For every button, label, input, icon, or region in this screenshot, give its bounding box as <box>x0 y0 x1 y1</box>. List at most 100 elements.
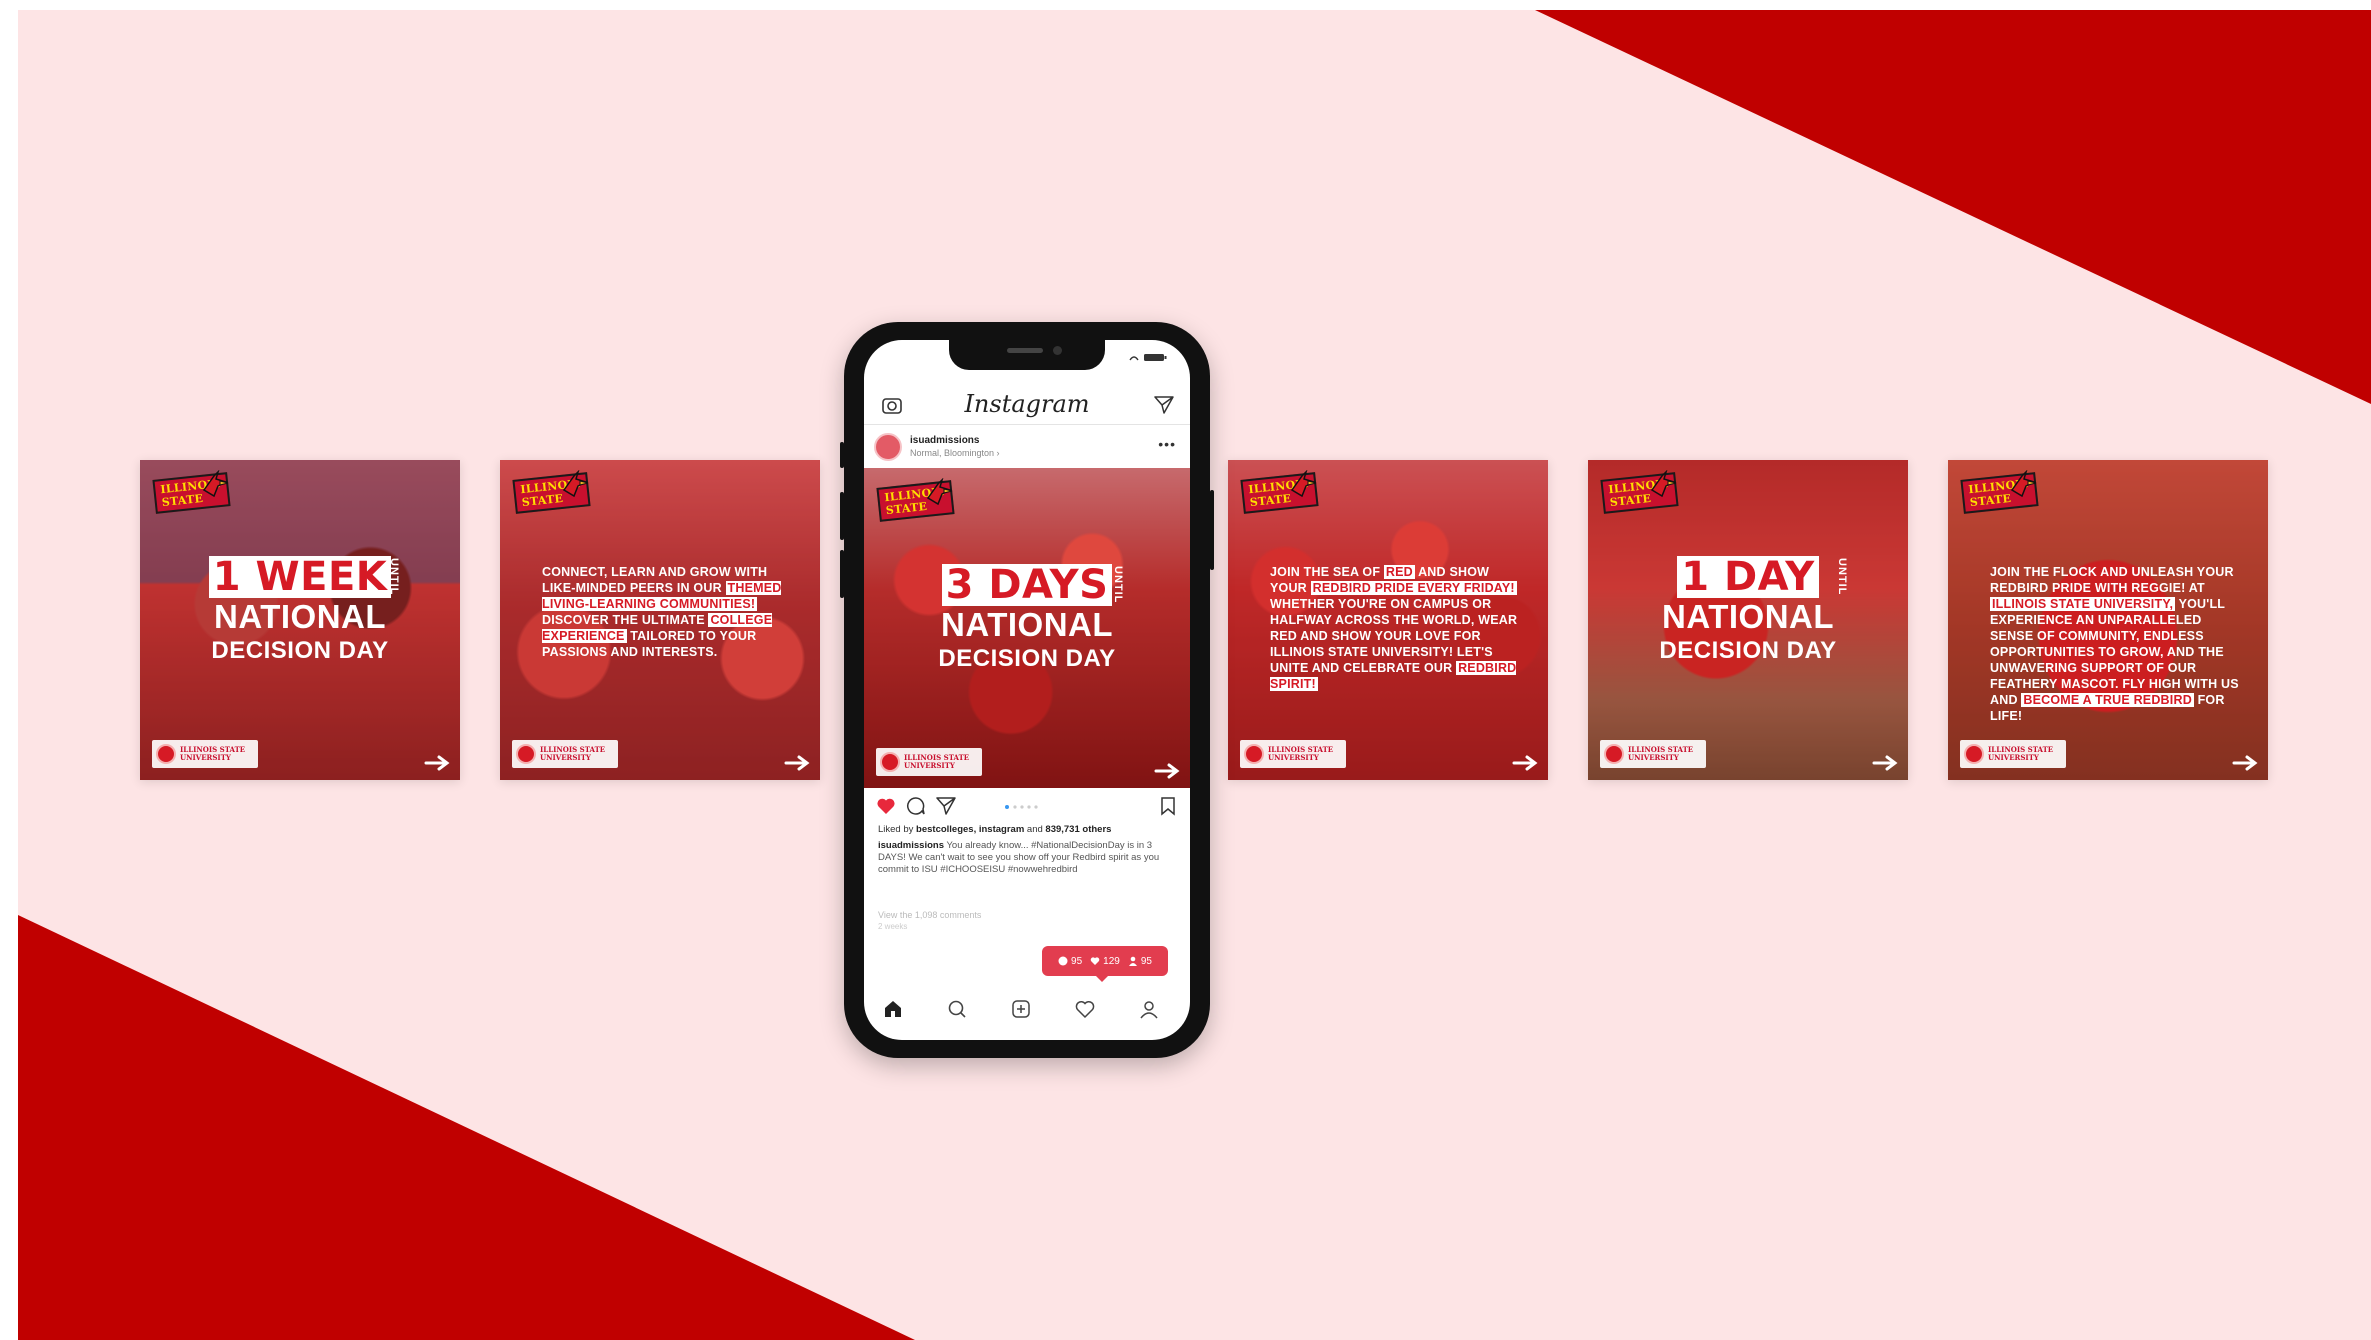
highlighted-phrase: REDBIRD PRIDE EVERY FRIDAY! <box>1310 581 1517 595</box>
post-tile-join-the-flock[interactable]: ILLINOIS STATE ILLINOIS STATE UNIVERSITY J… <box>1948 460 2268 780</box>
footer-university-name: ILLINOIS STATE UNIVERSITY <box>180 745 246 762</box>
phone-mute-button <box>840 442 844 468</box>
phone-volume-up-button <box>840 492 844 540</box>
phone-screen: Instagram isuadmissions Normal, Blooming… <box>864 340 1190 1040</box>
until-label: UNTIL <box>1836 558 1848 596</box>
highlighted-phrase: ILLINOIS STATE UNIVERSITY, <box>1990 597 2176 611</box>
headline-national: NATIONAL <box>213 598 387 635</box>
post-tile-1-day[interactable]: ILLINOIS STATE ILLINOIS STATE UNIVERSITY 1… <box>1588 460 1908 780</box>
heart-icon <box>1090 957 1100 965</box>
redbird-icon <box>562 470 589 498</box>
post-location[interactable]: Normal, Bloomington › <box>910 448 1000 458</box>
footer-university-name: ILLINOIS STATE UNIVERSITY <box>904 753 970 770</box>
post-caption: isuadmissions You already know... #Natio… <box>878 840 1160 875</box>
share-icon[interactable] <box>936 796 956 816</box>
body-phrase: YOU'LL EXPERIENCE AN UNPARALLELED SENSE … <box>1990 597 2239 707</box>
comment-bubble-icon <box>1058 956 1068 966</box>
notif-follows: 95 <box>1128 956 1152 967</box>
next-arrow-icon[interactable] <box>424 754 452 772</box>
body-phrase: DISCOVER THE ULTIMATE <box>542 613 709 627</box>
university-footer-badge: ILLINOIS STATE UNIVERSITY <box>876 748 982 776</box>
carousel-indicator <box>1005 805 1038 809</box>
next-arrow-icon[interactable] <box>1872 754 1900 772</box>
notif-likes-count: 129 <box>1103 955 1120 967</box>
headline-national: NATIONAL <box>1661 598 1835 635</box>
university-seal-icon <box>1964 744 1984 764</box>
view-comments-link[interactable]: View the 1,098 comments <box>878 910 981 920</box>
post-header: isuadmissions Normal, Bloomington › ••• <box>864 426 1190 468</box>
illinois-state-logo: ILLINOIS STATE <box>876 478 955 522</box>
instagram-logo: Instagram <box>964 390 1090 418</box>
status-bar-icons <box>1129 354 1167 361</box>
search-icon[interactable] <box>946 998 968 1020</box>
bookmark-icon[interactable] <box>1158 796 1178 816</box>
university-seal-icon <box>156 744 176 764</box>
next-arrow-icon[interactable] <box>1154 762 1182 780</box>
countdown-number: 3 DAYS <box>941 564 1113 606</box>
next-arrow-icon[interactable] <box>2232 754 2260 772</box>
university-seal-icon <box>880 752 900 772</box>
post-body-text: CONNECT, LEARN AND GROW WITH LIKE-MINDED… <box>542 564 796 660</box>
university-footer-badge: ILLINOIS STATE UNIVERSITY <box>1960 740 2066 768</box>
person-icon <box>1128 956 1137 966</box>
university-seal-icon <box>1604 744 1624 764</box>
redbird-icon <box>926 478 953 506</box>
footer-university-name: ILLINOIS STATE UNIVERSITY <box>1268 745 1334 762</box>
showcase-canvas: ILLINOIS STATE ILLINOIS STATE UNIVERSITY 1… <box>0 0 2371 1340</box>
post-tile-1-week[interactable]: ILLINOIS STATE ILLINOIS STATE UNIVERSITY 1… <box>140 460 460 780</box>
highlighted-phrase: BECOME A TRUE REDBIRD <box>2021 693 2194 707</box>
until-label: UNTIL <box>388 558 400 596</box>
more-options-icon[interactable]: ••• <box>1158 436 1176 452</box>
university-seal-icon <box>516 744 536 764</box>
illinois-state-logo: ILLINOIS STATE <box>152 470 231 514</box>
comment-icon[interactable] <box>906 796 926 816</box>
illinois-state-logo: ILLINOIS STATE <box>1960 470 2039 514</box>
post-image-3-days[interactable]: ILLINOIS STATE 3 DAYS NATIONAL DECISION DAY… <box>864 468 1190 788</box>
countdown-number: 1 WEEK <box>208 556 392 598</box>
headline-decision-day: DECISION DAY <box>211 637 389 664</box>
post-body-text: JOIN THE FLOCK AND UNLEASH YOUR REDBIRD … <box>1990 564 2244 724</box>
phone-notch <box>949 340 1105 370</box>
post-timestamp: 2 weeks <box>878 922 908 931</box>
illinois-state-logo: ILLINOIS STATE <box>512 470 591 514</box>
phone-mockup: Instagram isuadmissions Normal, Blooming… <box>840 322 1214 1058</box>
headline-decision-day: DECISION DAY <box>938 645 1116 672</box>
countdown-headline: 3 DAYS NATIONAL DECISION DAY <box>864 564 1190 674</box>
countdown-headline: 1 WEEK NATIONAL DECISION DAY <box>140 556 460 666</box>
avatar[interactable] <box>874 433 902 461</box>
post-username[interactable]: isuadmissions <box>910 435 979 446</box>
post-body-text: JOIN THE SEA OF RED AND SHOW YOUR REDBIR… <box>1270 564 1524 692</box>
redbird-icon <box>1650 470 1677 498</box>
phone-power-button <box>1210 490 1214 570</box>
body-phrase: JOIN THE FLOCK AND UNLEASH YOUR REDBIRD … <box>1990 565 2234 595</box>
post-actions <box>864 792 1190 820</box>
post-tile-living-learning[interactable]: ILLINOIS STATE ILLINOIS STATE UNIVERSITY C… <box>500 460 820 780</box>
next-arrow-icon[interactable] <box>1512 754 1540 772</box>
footer-university-name: ILLINOIS STATE UNIVERSITY <box>1628 745 1694 762</box>
footer-university-name: ILLINOIS STATE UNIVERSITY <box>540 745 606 762</box>
notif-likes: 129 <box>1090 956 1120 967</box>
instagram-header: Instagram <box>864 384 1190 425</box>
new-post-icon[interactable] <box>1010 998 1032 1020</box>
direct-message-icon[interactable] <box>1154 396 1174 414</box>
front-camera <box>1053 346 1062 355</box>
headline-national: NATIONAL <box>940 606 1114 643</box>
like-heart-icon[interactable] <box>876 796 896 816</box>
notif-comments: 95 <box>1058 956 1082 967</box>
home-icon[interactable] <box>882 998 904 1020</box>
illinois-state-logo: ILLINOIS STATE <box>1600 470 1679 514</box>
speaker-grille <box>1007 348 1043 353</box>
redbird-icon <box>202 470 229 498</box>
post-tile-sea-of-red[interactable]: ILLINOIS STATE ILLINOIS STATE UNIVERSITY J… <box>1228 460 1548 780</box>
countdown-number: 1 DAY <box>1677 556 1819 598</box>
bottom-tab-bar <box>864 990 1190 1030</box>
university-seal-icon <box>1244 744 1264 764</box>
activity-notification-bubble[interactable]: 95 129 95 <box>1042 946 1168 982</box>
next-arrow-icon[interactable] <box>784 754 812 772</box>
university-footer-badge: ILLINOIS STATE UNIVERSITY <box>1600 740 1706 768</box>
activity-heart-icon[interactable] <box>1074 998 1096 1020</box>
notif-follows-count: 95 <box>1140 955 1152 967</box>
university-footer-badge: ILLINOIS STATE UNIVERSITY <box>512 740 618 768</box>
profile-icon[interactable] <box>1138 998 1160 1020</box>
notif-comments-count: 95 <box>1071 955 1083 967</box>
